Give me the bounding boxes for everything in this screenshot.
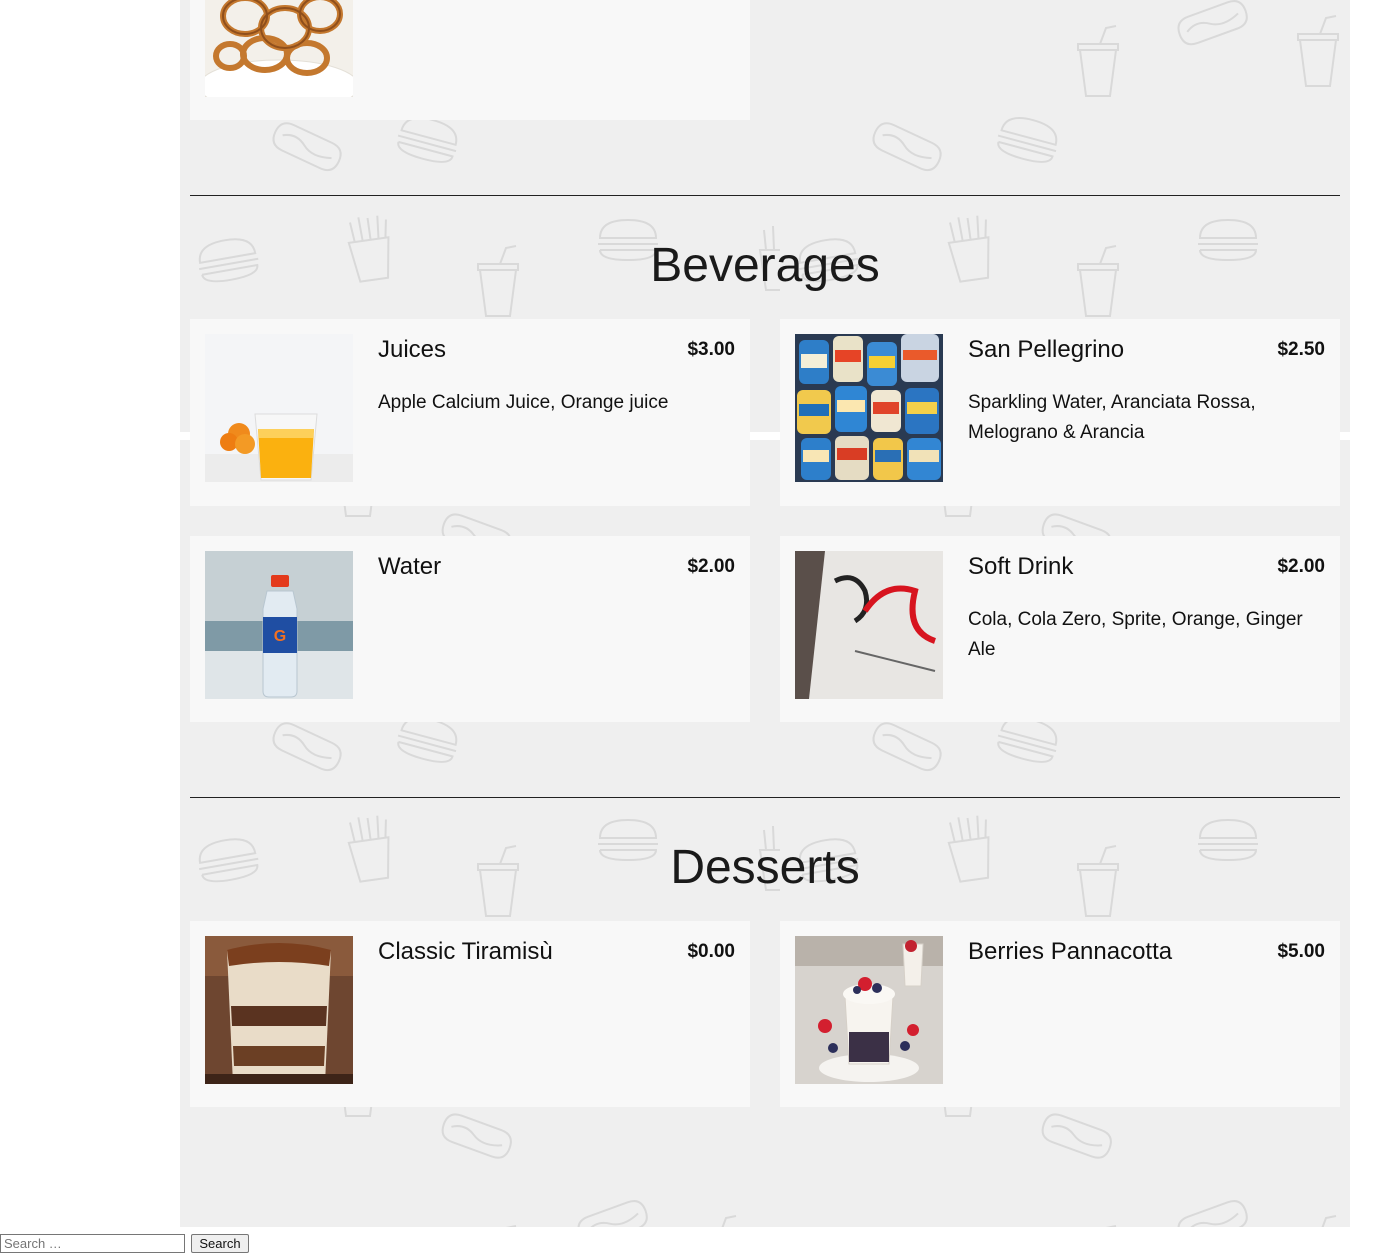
item-price: $2.00 — [1277, 556, 1325, 577]
orange-juice-image — [205, 334, 353, 482]
menu-item-card[interactable]: Classic Tiramisù $0.00 — [190, 921, 750, 1107]
svg-text:G: G — [274, 628, 286, 645]
berries-pannacotta-image — [795, 936, 943, 1084]
item-price: $2.50 — [1277, 339, 1325, 360]
san-pellegrino-image — [795, 334, 943, 482]
item-name: Soft Drink — [968, 553, 1074, 580]
item-description: Apple Calcium Juice, Orange juice — [378, 392, 669, 413]
section-divider — [190, 195, 1340, 196]
menu-item-card[interactable]: Soft Drink $2.00 Cola, Cola Zero, Sprite… — [780, 536, 1340, 722]
divider-notch — [750, 432, 780, 440]
menu-item-card[interactable]: Juices $3.00 Apple Calcium Juice, Orange… — [190, 319, 750, 506]
item-name: San Pellegrino — [968, 336, 1125, 363]
item-price: $0.00 — [687, 941, 735, 962]
menu-main-area: Beverages Juices $3.00 Apple Calcium Jui… — [180, 0, 1350, 1227]
item-name: Water — [378, 553, 442, 580]
tiramisu-image — [205, 936, 353, 1084]
item-price: $2.00 — [687, 556, 735, 577]
search-input[interactable] — [0, 1234, 185, 1253]
item-name: Classic Tiramisù — [378, 938, 553, 965]
menu-item-card[interactable]: G Water $2.00 — [190, 536, 750, 722]
item-description: Cola, Cola Zero, Sprite, Orange, Ginger … — [968, 609, 1303, 660]
menu-item-card[interactable]: Berries Pannacotta $5.00 — [780, 921, 1340, 1107]
menu-item-card[interactable]: San Pellegrino $2.50 Sparkling Water, Ar… — [780, 319, 1340, 506]
section-divider — [190, 797, 1340, 798]
item-name: Juices — [378, 336, 447, 363]
section-title-beverages: Beverages — [650, 239, 880, 292]
search-button[interactable]: Search — [191, 1234, 249, 1253]
item-price: $3.00 — [687, 339, 735, 360]
onion-rings-image — [205, 0, 353, 97]
diet-coke-image — [795, 551, 943, 699]
menu-item-card-previous — [190, 0, 750, 120]
divider-notch — [1340, 432, 1350, 440]
item-price: $5.00 — [1277, 941, 1325, 962]
item-description: Sparkling Water, Aranciata Rossa, Melogr… — [968, 392, 1256, 443]
section-title-desserts: Desserts — [670, 841, 860, 894]
item-name: Berries Pannacotta — [968, 938, 1173, 965]
divider-notch — [180, 432, 190, 440]
water-bottle-image: G — [205, 551, 353, 699]
